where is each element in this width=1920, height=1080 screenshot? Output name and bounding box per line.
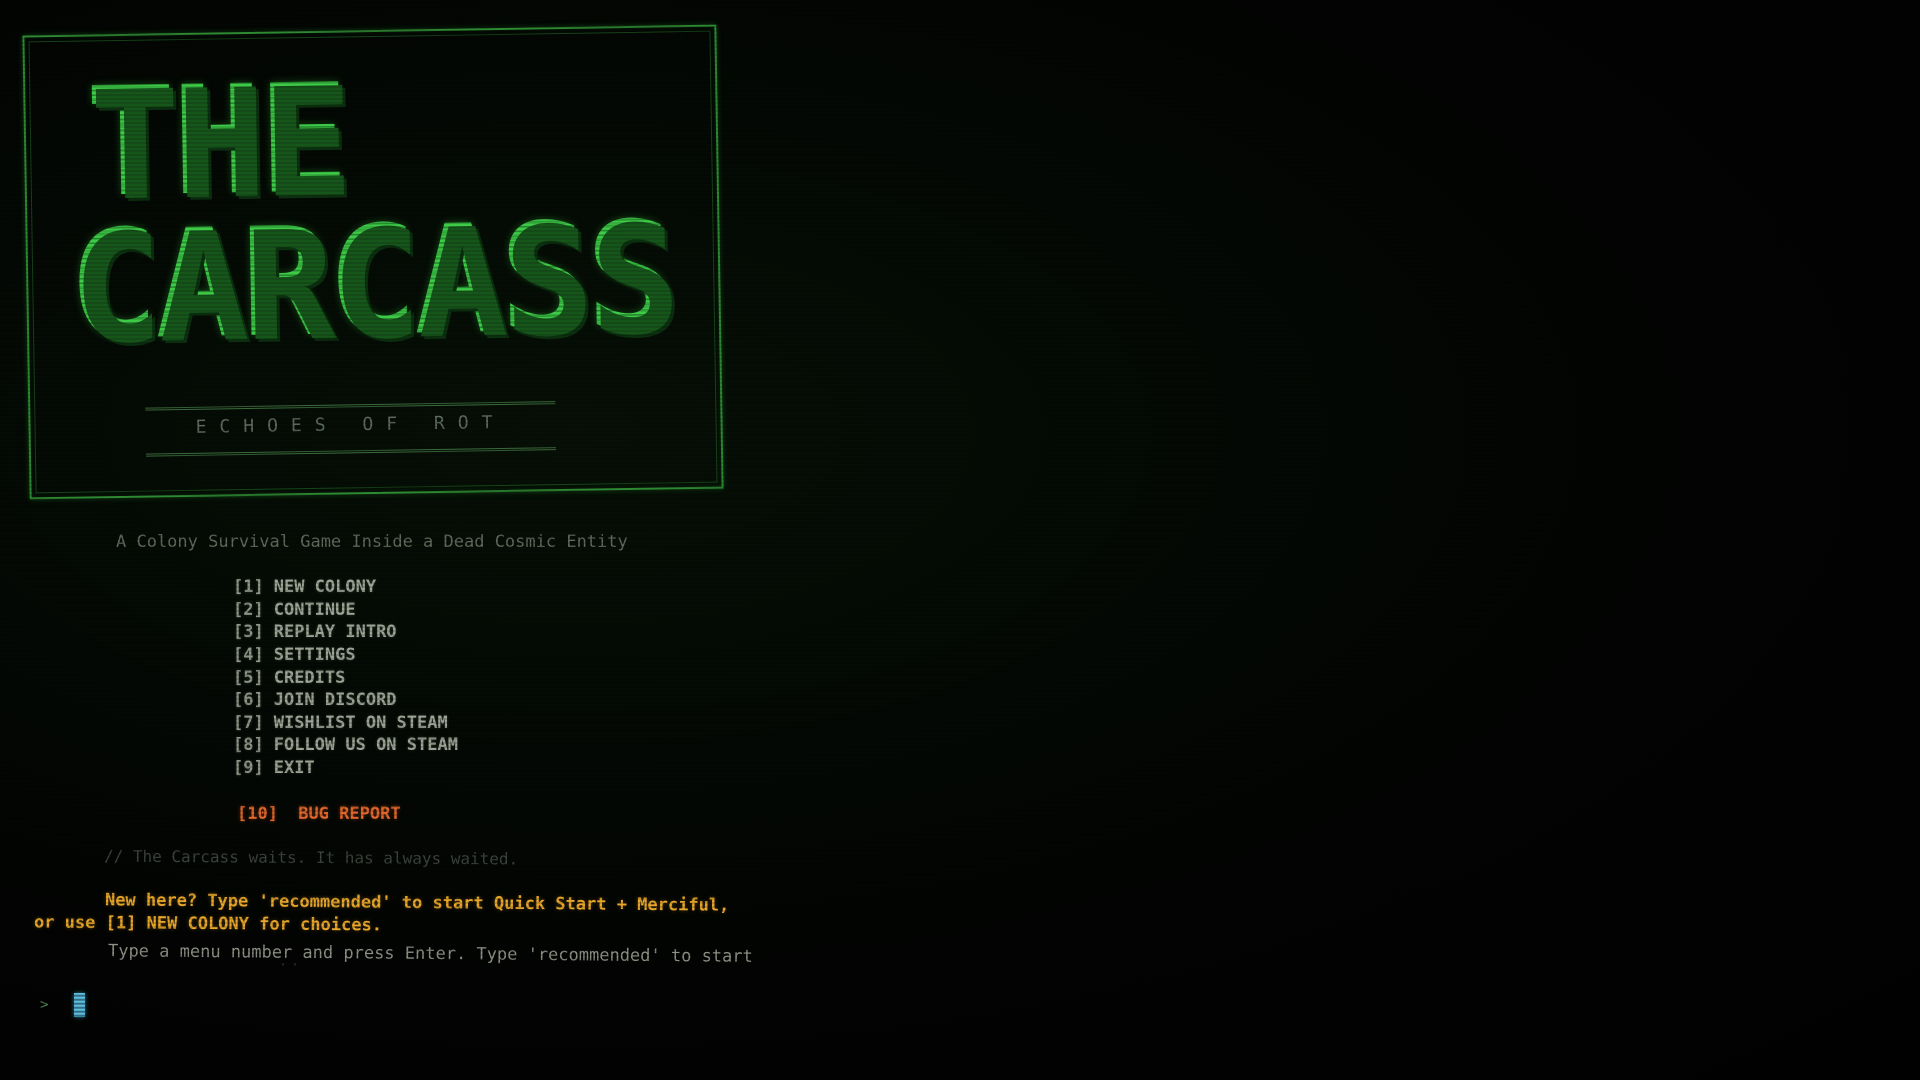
menu-item-continue[interactable]: [2] CONTINUE — [233, 599, 458, 622]
menu-label: JOIN DISCORD — [273, 690, 397, 711]
terminal-screen: THE CARCASS ECHOES OF ROT A Colony Survi… — [0, 0, 1920, 1080]
menu-key: [1] — [233, 577, 264, 598]
prompt-chevron-icon: > — [40, 997, 49, 1013]
menu-item-bug-report[interactable]: [10] BUG REPORT — [237, 804, 401, 824]
flavor-comment: // The Carcass waits. It has always wait… — [103, 846, 519, 869]
menu-item-join-discord[interactable]: [6] JOIN DISCORD — [233, 689, 458, 712]
main-menu: [1] NEW COLONY [2] CONTINUE [3] REPLAY I… — [233, 576, 458, 779]
menu-label: CREDITS — [273, 667, 346, 688]
menu-label: NEW COLONY — [273, 577, 377, 598]
menu-key: [3] — [233, 622, 264, 643]
input-instructions-overflow: ' ' — [280, 962, 299, 973]
menu-key: [2] — [233, 599, 264, 620]
logo-line-the: THE — [85, 52, 677, 230]
command-prompt: > — [40, 990, 369, 1020]
menu-item-settings[interactable]: [4] SETTINGS — [233, 644, 458, 667]
block-cursor-icon — [74, 993, 85, 1017]
menu-item-replay-intro[interactable]: [3] REPLAY INTRO — [233, 621, 458, 644]
new-player-hint-line-2: or use [1] NEW COLONY for choices. — [33, 912, 383, 936]
menu-key: [9] — [233, 758, 264, 779]
menu-key: [5] — [233, 667, 264, 688]
menu-label: SETTINGS — [273, 645, 356, 666]
menu-label: BUG REPORT — [298, 804, 401, 824]
new-player-hint-line-1: New here? Type 'recommended' to start Qu… — [104, 890, 730, 916]
menu-key: [8] — [233, 735, 264, 756]
menu-item-new-colony[interactable]: [1] NEW COLONY — [233, 576, 458, 599]
logo-line-carcass: CARCASS — [67, 190, 679, 373]
menu-item-follow-us-on-steam[interactable]: [8] FOLLOW US ON STEAM — [233, 734, 458, 757]
menu-item-exit[interactable]: [9] EXIT — [233, 757, 458, 780]
menu-key: [10] — [237, 804, 278, 824]
menu-item-credits[interactable]: [5] CREDITS — [233, 666, 458, 689]
command-input[interactable] — [68, 992, 369, 1018]
menu-label: REPLAY INTRO — [273, 622, 397, 643]
menu-label: EXIT — [273, 758, 315, 779]
menu-item-wishlist-on-steam[interactable]: [7] WISHLIST ON STEAM — [233, 712, 458, 735]
input-instructions: Type a menu number and press Enter. Type… — [107, 941, 753, 967]
menu-key: [7] — [233, 712, 264, 733]
menu-label: CONTINUE — [273, 599, 356, 620]
menu-label: WISHLIST ON STEAM — [273, 712, 448, 733]
game-logo: THE CARCASS — [65, 52, 679, 373]
menu-key: [6] — [233, 690, 264, 711]
menu-label: FOLLOW US ON STEAM — [273, 735, 458, 756]
menu-key: [4] — [233, 645, 264, 666]
title-frame: THE CARCASS ECHOES OF ROT — [22, 24, 724, 500]
game-subtitle: A Colony Survival Game Inside a Dead Cos… — [116, 532, 628, 552]
